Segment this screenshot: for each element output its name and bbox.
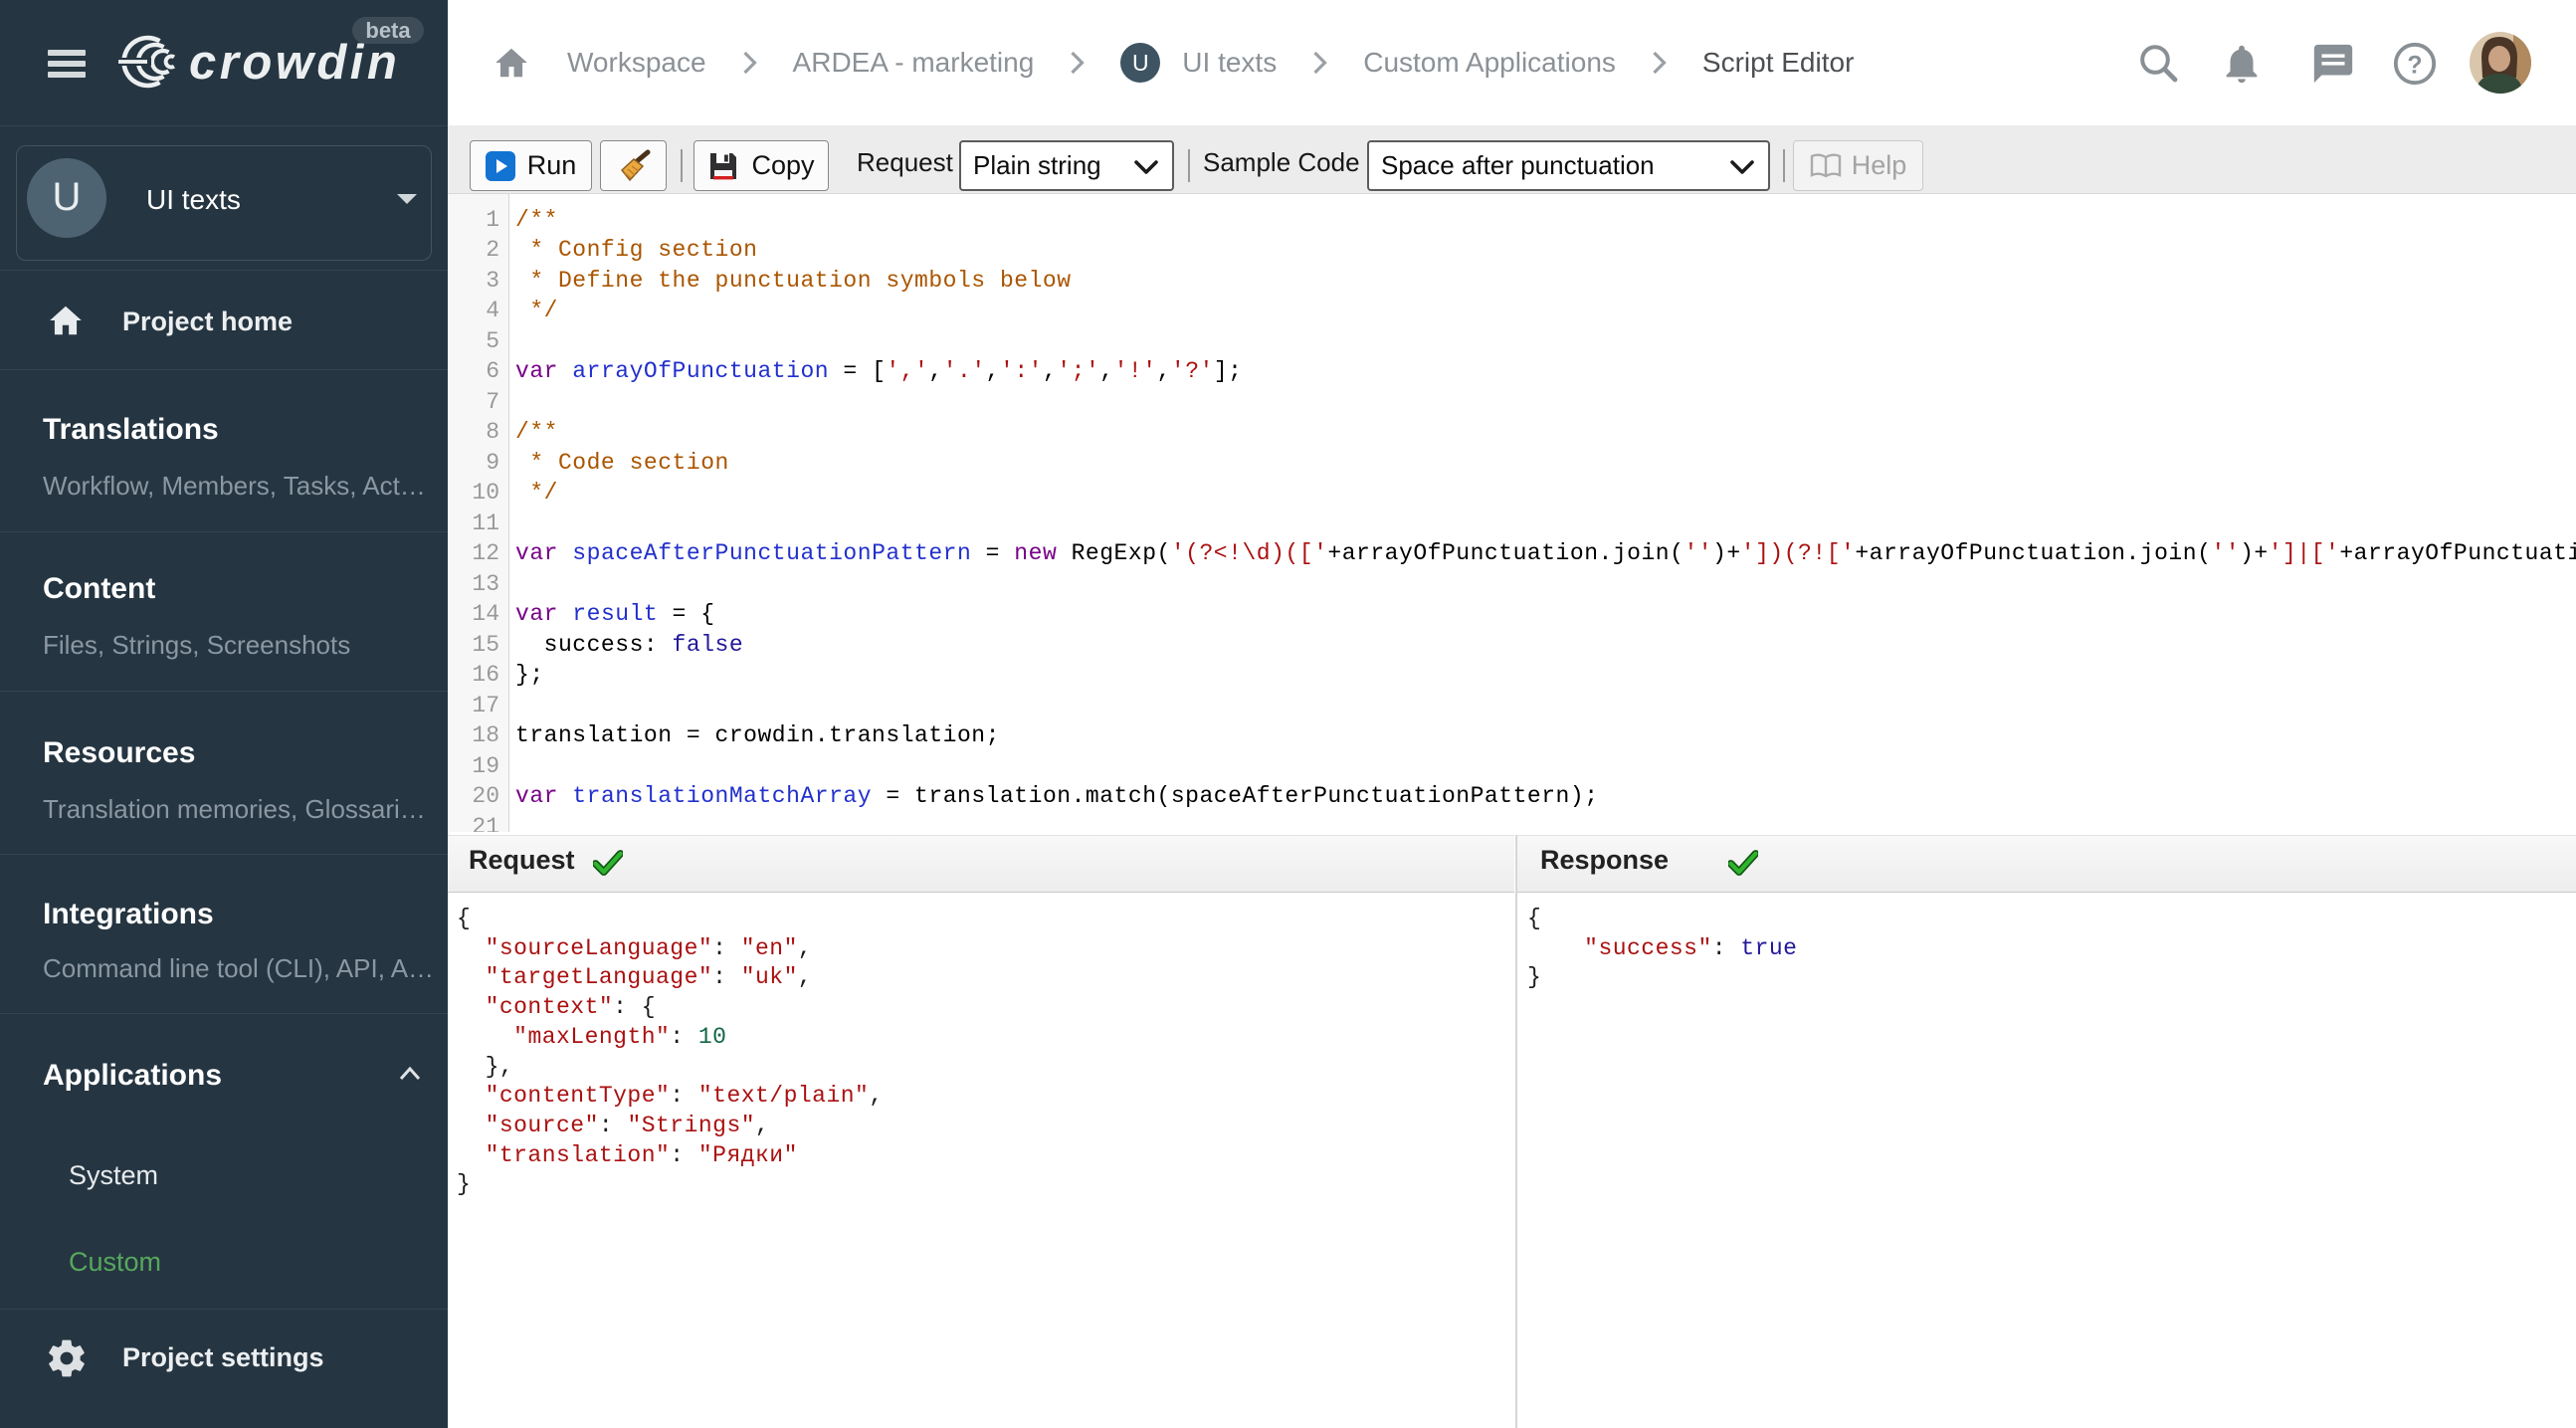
- svg-text:crowdin: crowdin: [189, 36, 400, 90]
- svg-text:?: ?: [2407, 52, 2422, 80]
